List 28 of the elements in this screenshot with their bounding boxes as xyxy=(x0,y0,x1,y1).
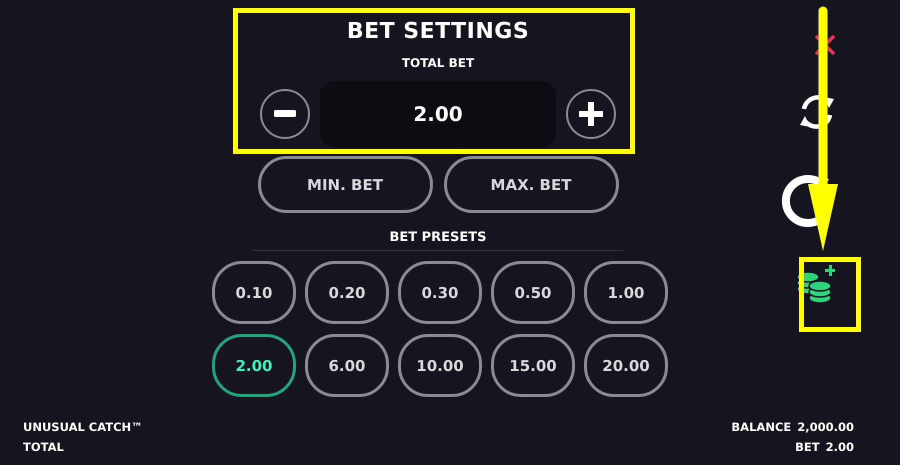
decrease-button[interactable] xyxy=(260,89,310,139)
balance-label: BALANCE xyxy=(731,420,792,434)
presets-title: BET PRESETS xyxy=(389,230,487,246)
close-icon[interactable] xyxy=(814,34,836,56)
game-title: UNUSUAL CATCH™ xyxy=(23,420,143,434)
min-bet-button[interactable]: MIN. BET xyxy=(258,156,432,213)
preset-button[interactable]: 0.30 xyxy=(398,261,482,324)
coins-plus-icon[interactable] xyxy=(795,263,835,305)
preset-button[interactable]: 6.00 xyxy=(305,334,389,397)
preset-button[interactable]: 15.00 xyxy=(491,334,575,397)
preset-button[interactable]: 0.20 xyxy=(305,261,389,324)
max-bet-button[interactable]: MAX. BET xyxy=(444,156,618,213)
preset-button[interactable]: 1.00 xyxy=(584,261,668,324)
preset-button[interactable]: 0.50 xyxy=(491,261,575,324)
bet-label: BET xyxy=(795,440,820,454)
plus-icon xyxy=(579,102,603,126)
panel-title: BET SETTINGS xyxy=(346,18,530,46)
preset-button[interactable]: 2.00 xyxy=(212,334,296,397)
preset-button[interactable]: 20.00 xyxy=(584,334,668,397)
preset-button[interactable]: 10.00 xyxy=(398,334,482,397)
total-bet-label: TOTAL BET xyxy=(402,56,474,70)
total-label: TOTAL xyxy=(23,440,65,454)
bet-value: 2.00 xyxy=(826,440,854,454)
increase-button[interactable] xyxy=(566,89,616,139)
minus-icon xyxy=(274,110,296,118)
balance-value: 2,000.00 xyxy=(797,420,854,434)
preset-button[interactable]: 0.10 xyxy=(212,261,296,324)
total-bet-value: 2.00 xyxy=(320,81,556,147)
